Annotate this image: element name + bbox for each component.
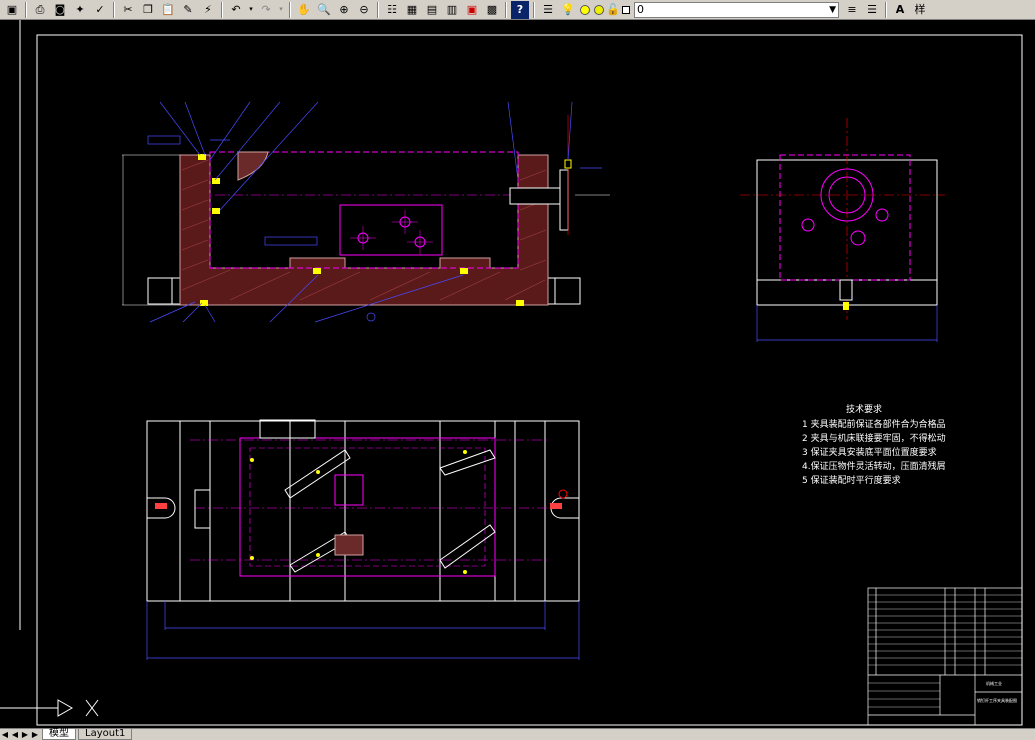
layer-previous-icon[interactable]: ☰: [863, 1, 881, 19]
zoom-previous-icon[interactable]: ⊖: [355, 1, 373, 19]
redo-icon[interactable]: ↷: [257, 1, 275, 19]
bulb-icon: 💡: [561, 3, 575, 16]
toolbar-separator: [221, 1, 223, 18]
publish-icon[interactable]: ✦: [71, 1, 89, 19]
save-icon[interactable]: ▣: [3, 1, 21, 19]
tech-item: 3 保证夹具安装底平面位置度要求: [802, 446, 937, 458]
layer-manager-icon[interactable]: ☰: [539, 1, 557, 19]
zoom-window-icon[interactable]: ⊕: [335, 1, 353, 19]
copy-icon[interactable]: ❐: [139, 1, 157, 19]
calculator-icon[interactable]: ▩: [483, 1, 501, 19]
technical-requirements: 技术要求 1 夹具装配前保证各部件合为合格品 2 夹具与机床联接要牢固，不得松动…: [802, 403, 946, 486]
cut-icon[interactable]: ✂: [119, 1, 137, 19]
drawing-border: [36, 34, 1023, 726]
layout-tab-bar: ◀ ◀ ▶ ▶ 模型 Layout1: [0, 728, 1035, 740]
text-style-icon[interactable]: A: [891, 1, 909, 19]
toolbar-separator: [533, 1, 535, 18]
color-swatch-icon: [621, 1, 631, 19]
sheet-set-icon[interactable]: ▥: [443, 1, 461, 19]
markup-icon[interactable]: ▣: [463, 1, 481, 19]
title-block-name: 销钉杆工序夹具装配图: [977, 697, 1017, 703]
match-icon[interactable]: ⚡: [199, 1, 217, 19]
freeze-icon: [594, 4, 604, 15]
help-icon[interactable]: ?: [511, 0, 529, 19]
tech-title: 技术要求: [846, 403, 882, 415]
front-view: [122, 101, 610, 323]
first-tab-arrow-icon[interactable]: ◀: [0, 730, 10, 739]
pan-icon[interactable]: ✋: [295, 1, 313, 19]
last-tab-arrow-icon[interactable]: ▶: [30, 730, 40, 739]
title-block: [867, 587, 1023, 726]
side-view: [740, 118, 945, 342]
redo-dropdown-icon[interactable]: ▾: [277, 1, 285, 19]
next-tab-arrow-icon[interactable]: ▶: [20, 730, 30, 739]
tech-item: 5 保证装配时平行度要求: [802, 474, 901, 486]
brush-icon[interactable]: ✎: [179, 1, 197, 19]
zoom-realtime-icon[interactable]: 🔍: [315, 1, 333, 19]
print-icon[interactable]: ⎙: [31, 1, 49, 19]
tech-item: 4.保证压物件灵活转动，压面清残屑: [802, 460, 946, 472]
title-block-label: 机械工业: [986, 680, 1002, 686]
undo-dropdown-icon[interactable]: ▾: [247, 1, 255, 19]
layer-dropdown[interactable]: 0 ▼: [634, 1, 839, 18]
tab-model[interactable]: 模型: [42, 729, 76, 740]
prev-tab-arrow-icon[interactable]: ◀: [10, 730, 20, 739]
toolbar-separator: [25, 1, 27, 18]
tool-palette-icon[interactable]: ▤: [423, 1, 441, 19]
standard-toolbar: ▣ ⎙ ◙ ✦ ✓ ✂ ❐ 📋 ✎ ⚡ ↶ ▾ ↷ ▾ ✋ 🔍 ⊕ ⊖ ☷ ▦ …: [0, 0, 1035, 20]
toolbar-separator: [377, 1, 379, 18]
toolbar-separator: [289, 1, 291, 18]
toolbar-separator: [505, 1, 507, 18]
paste-icon[interactable]: 📋: [159, 1, 177, 19]
ucs-icon: [0, 699, 99, 717]
tab-layout1[interactable]: Layout1: [78, 729, 133, 740]
tech-item: 1 夹具装配前保证各部件合为合格品: [802, 418, 946, 430]
properties-icon[interactable]: ☷: [383, 1, 401, 19]
toolbar-separator: [113, 1, 115, 18]
spell-icon[interactable]: ✓: [91, 1, 109, 19]
sun-icon: [580, 4, 590, 15]
preview-icon[interactable]: ◙: [51, 1, 69, 19]
undo-icon[interactable]: ↶: [227, 1, 245, 19]
drawing-canvas[interactable]: 技术要求 1 夹具装配前保证各部件合为合格品 2 夹具与机床联接要牢固，不得松动…: [0, 20, 1035, 728]
layer-value: 0: [637, 3, 644, 16]
tech-item: 2 夹具与机床联接要牢固，不得松动: [802, 432, 946, 444]
plan-view: [146, 419, 580, 660]
text-style-label: 样: [914, 3, 926, 16]
lock-icon: 🔓: [606, 3, 620, 16]
autocad-window: ▣ ⎙ ◙ ✦ ✓ ✂ ❐ 📋 ✎ ⚡ ↶ ▾ ↷ ▾ ✋ 🔍 ⊕ ⊖ ☷ ▦ …: [0, 0, 1035, 740]
chevron-down-icon: ▼: [829, 4, 836, 15]
toolbar-separator: [885, 1, 887, 18]
make-current-icon[interactable]: ≡: [843, 1, 861, 19]
design-center-icon[interactable]: ▦: [403, 1, 421, 19]
